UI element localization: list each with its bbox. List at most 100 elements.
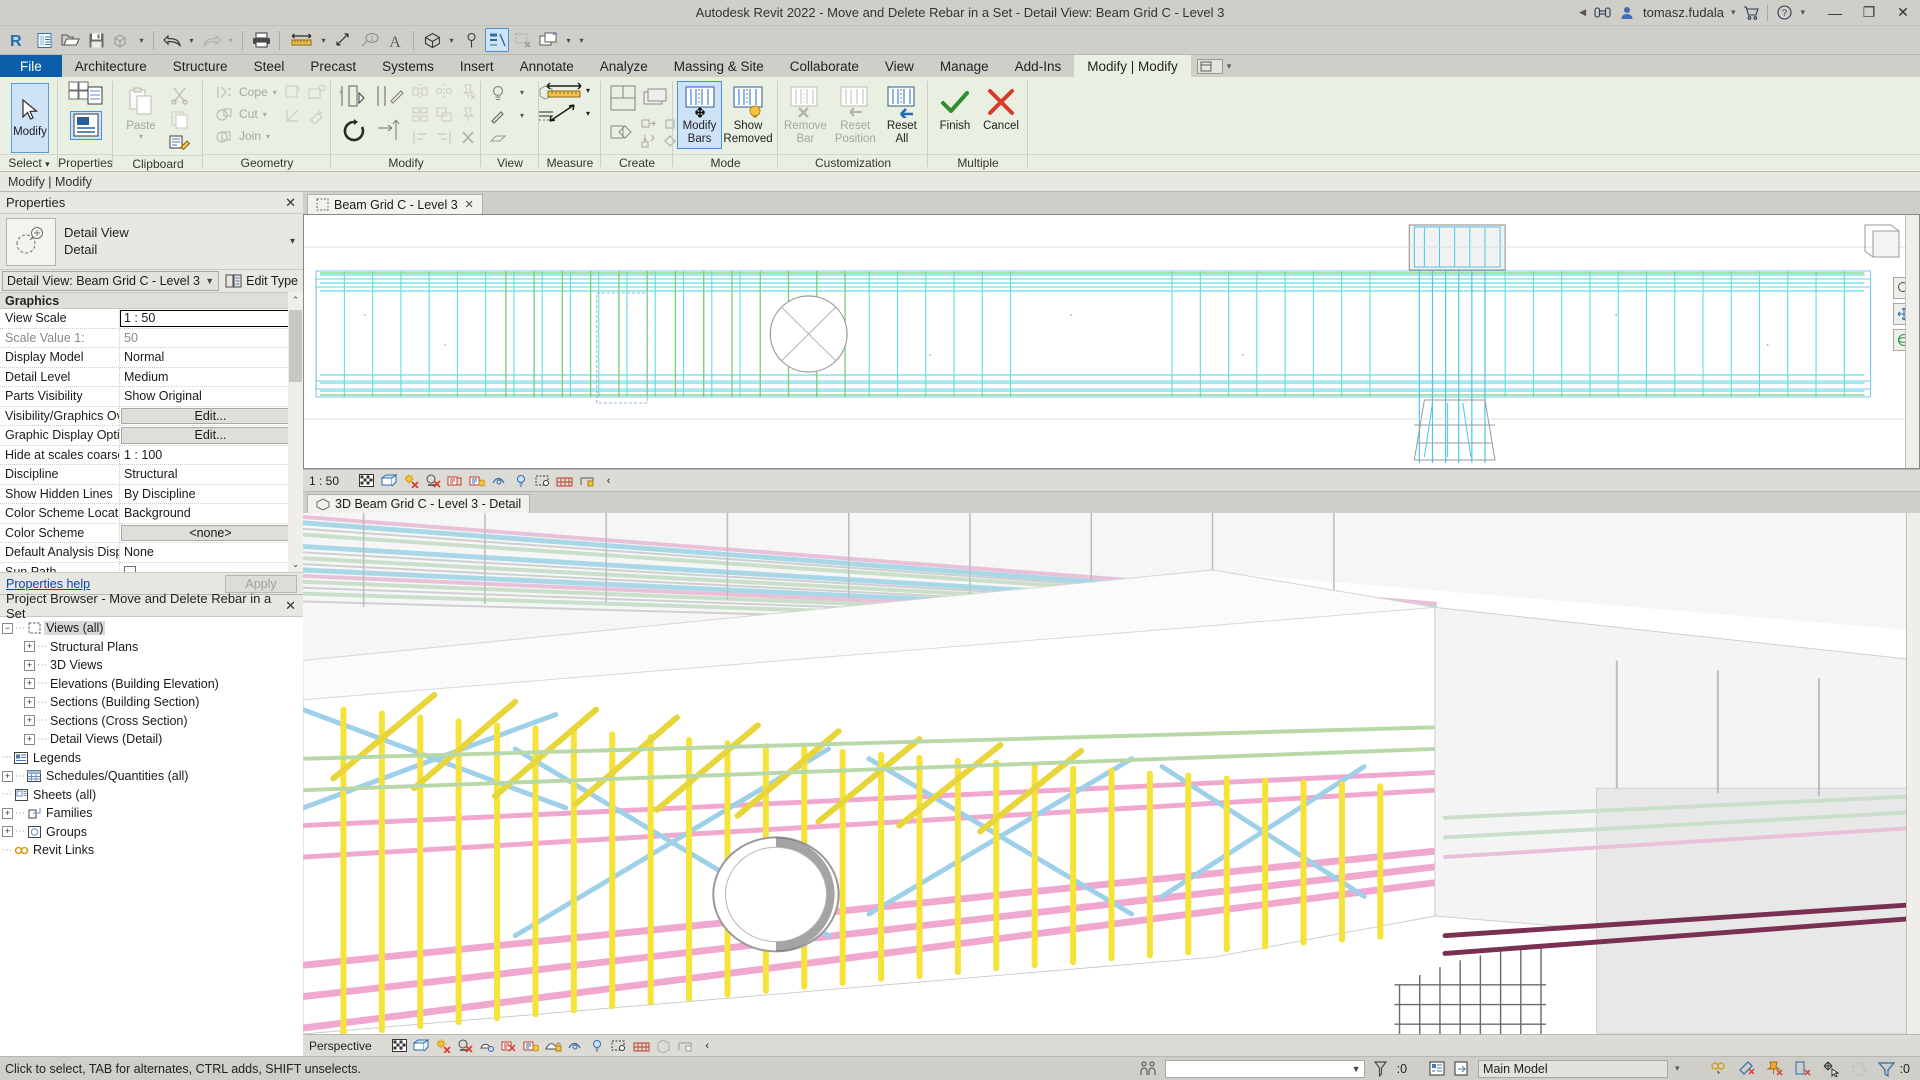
filter-icon[interactable]: [1878, 1060, 1896, 1078]
align-icon[interactable]: [336, 79, 372, 115]
linework-icon[interactable]: [486, 104, 510, 127]
user-icon[interactable]: [1618, 4, 1636, 22]
hide-dropdown-icon[interactable]: ▾: [510, 81, 534, 104]
tree-item[interactable]: + ⋯ Elevations (Building Elevation): [2, 675, 303, 694]
exclude-options-icon[interactable]: [1453, 1060, 1471, 1078]
binoculars-icon[interactable]: [1593, 4, 1611, 22]
reset-all-button[interactable]: Reset All: [881, 81, 923, 149]
cut-profile-icon[interactable]: [486, 127, 510, 150]
tab-steel[interactable]: Steel: [241, 55, 298, 77]
expand-node-icon[interactable]: +: [24, 696, 35, 708]
default-3d-view-icon[interactable]: [420, 28, 444, 52]
property-value-hide-at-scales[interactable]: 1 : 100: [120, 446, 303, 465]
modify-button[interactable]: Modify: [11, 83, 49, 153]
finish-button[interactable]: Finish: [933, 81, 977, 136]
sun-path-off-icon[interactable]: [435, 1037, 452, 1054]
property-row-detail-level[interactable]: Detail Level Medium: [0, 367, 303, 387]
property-value-color-scheme-button[interactable]: <none>: [121, 524, 300, 541]
select-underlay-icon[interactable]: [1794, 1060, 1812, 1078]
expand-node-icon[interactable]: +: [24, 715, 35, 727]
tree-item[interactable]: ⋯ Revit Links: [2, 841, 303, 860]
visual-style-icon[interactable]: [413, 1037, 430, 1054]
join-button[interactable]: Join ▾: [208, 125, 281, 147]
hide-element-icon[interactable]: [486, 81, 510, 104]
tree-item[interactable]: + ⋯ Schedules/Quantities (all): [2, 767, 303, 786]
navigation-cube[interactable]: [1857, 221, 1911, 275]
properties-type-dropdown-icon[interactable]: ▾: [290, 236, 299, 247]
select-pinned-icon[interactable]: [1765, 1060, 1784, 1078]
shadows-off-icon[interactable]: [457, 1037, 474, 1054]
tree-item[interactable]: + ⋯ Sections (Building Section): [2, 693, 303, 712]
copy-icon[interactable]: [166, 107, 192, 131]
delete-icon[interactable]: [456, 126, 480, 149]
expand-icon[interactable]: ‹: [600, 472, 617, 489]
property-row-color-scheme[interactable]: Color Scheme <none>: [0, 523, 303, 543]
tab-structure[interactable]: Structure: [160, 55, 241, 77]
create-similar-icon[interactable]: [606, 81, 640, 115]
crop-view-icon[interactable]: [468, 472, 485, 489]
title-collapse-icon[interactable]: ◀: [1579, 7, 1586, 18]
property-value-show-hidden-lines[interactable]: By Discipline: [120, 485, 303, 504]
temp-hide-isolate-icon[interactable]: [512, 472, 529, 489]
tree-item[interactable]: + ⋯ 3D Views: [2, 656, 303, 675]
redo-dropdown-icon[interactable]: ▾: [225, 29, 236, 51]
save-icon[interactable]: [84, 28, 108, 52]
tab-analyze[interactable]: Analyze: [587, 55, 661, 77]
exclude-options-icon[interactable]: [1710, 1060, 1728, 1078]
property-row-color-scheme-location[interactable]: Color Scheme Location Background: [0, 504, 303, 524]
copy-to-clipboard-icon[interactable]: [640, 115, 660, 132]
temp-hide-isolate-icon[interactable]: [567, 1037, 584, 1054]
switch-windows-icon[interactable]: [537, 28, 561, 52]
array-icon[interactable]: [408, 103, 432, 126]
property-row-visibility-graphics[interactable]: Visibility/Graphics Ov... Edit...: [0, 406, 303, 426]
linework-dropdown-icon[interactable]: ▾: [510, 104, 534, 127]
property-row-parts-visibility[interactable]: Parts Visibility Show Original: [0, 387, 303, 407]
edit-type-button[interactable]: Edit Type: [222, 271, 301, 291]
save-as-dropdown-icon[interactable]: ▾: [136, 29, 147, 51]
expand-node-icon[interactable]: +: [24, 641, 35, 653]
properties-help-link[interactable]: Properties help: [6, 577, 90, 591]
tab-manage[interactable]: Manage: [927, 55, 1002, 77]
show-crop-icon[interactable]: [490, 472, 507, 489]
editable-elements-icon[interactable]: [1372, 1060, 1390, 1078]
property-value-view-scale[interactable]: 1 : 50: [120, 310, 300, 327]
properties-scroll-thumb[interactable]: [289, 310, 302, 382]
match-type-icon[interactable]: [166, 131, 192, 155]
expand-node-icon[interactable]: +: [24, 733, 35, 745]
tab-precast[interactable]: Precast: [297, 55, 369, 77]
switch-join-order-icon[interactable]: [281, 81, 305, 104]
tab-collaborate[interactable]: Collaborate: [777, 55, 872, 77]
lock-3d-view-icon[interactable]: [544, 1037, 562, 1054]
remove-bar-button[interactable]: Remove Bar: [781, 81, 830, 149]
demolish-icon[interactable]: [305, 104, 329, 127]
offset-icon[interactable]: [372, 79, 408, 115]
tab-architecture[interactable]: Architecture: [62, 55, 160, 77]
mirror-pick-axis-icon[interactable]: [408, 80, 432, 103]
design-options-icon[interactable]: [1140, 1060, 1158, 1078]
modify-bars-button[interactable]: Modify Bars: [677, 81, 722, 150]
help-icon[interactable]: ?: [1775, 4, 1793, 22]
properties-type-selector[interactable]: Detail View: Beam Grid C - Level 3 ▼: [2, 271, 220, 291]
collapse-node-icon[interactable]: −: [2, 622, 13, 634]
thin-lines-icon[interactable]: [485, 28, 509, 52]
scale-icon[interactable]: [432, 103, 456, 126]
new-project-icon[interactable]: [32, 28, 56, 52]
section-box-icon[interactable]: [655, 1037, 672, 1054]
property-row-discipline[interactable]: Discipline Structural: [0, 465, 303, 485]
shadows-off-icon[interactable]: [424, 472, 441, 489]
analytical-model-icon[interactable]: [556, 472, 573, 489]
sun-path-off-icon[interactable]: [402, 472, 419, 489]
tree-item[interactable]: + ⋯ Groups: [2, 823, 303, 842]
redo-icon[interactable]: [199, 28, 223, 52]
sun-path-checkbox[interactable]: [124, 565, 136, 572]
tab-file[interactable]: File: [0, 55, 62, 77]
tab-massing-and-site[interactable]: Massing & Site: [661, 55, 777, 77]
tab-systems[interactable]: Systems: [369, 55, 447, 77]
measure-along-element-icon[interactable]: [544, 101, 584, 125]
3d-view-dropdown-icon[interactable]: ▾: [446, 29, 457, 51]
property-value-sun-path[interactable]: [120, 563, 303, 572]
tag-icon[interactable]: 1: [357, 28, 381, 52]
reset-position-button[interactable]: Reset Position: [831, 81, 880, 149]
viewport-scrollbar-top[interactable]: [1905, 215, 1919, 468]
viewport-scrollbar-bottom[interactable]: [1906, 513, 1920, 1034]
